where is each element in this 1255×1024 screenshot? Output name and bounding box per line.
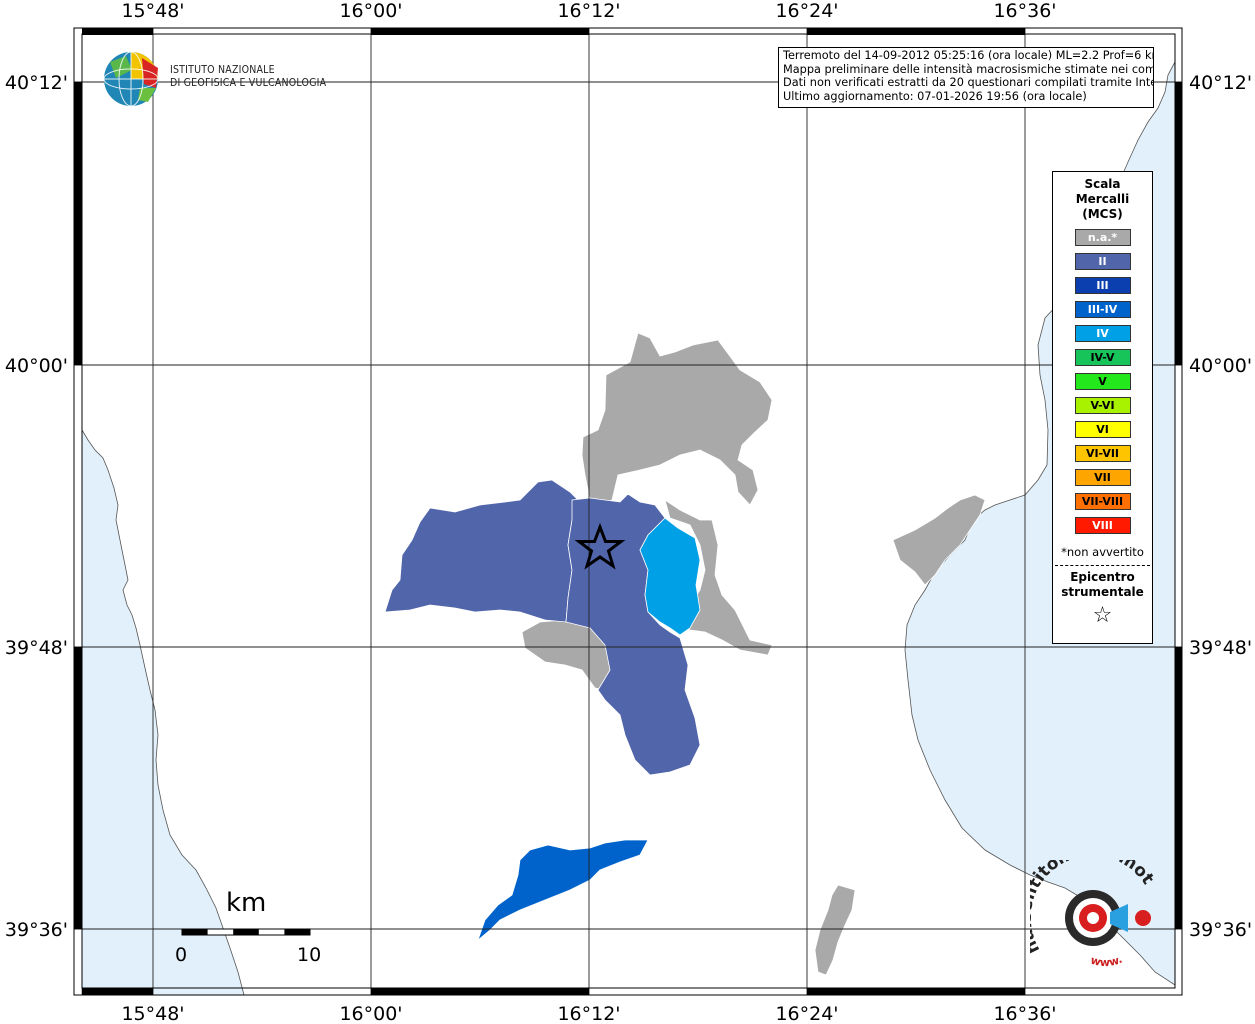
- mcs-legend: Scala Mercalli (MCS) n.a.* II III III-IV IV I…: [1052, 171, 1153, 644]
- info-line-2: Mappa preliminare delle intensità macros…: [783, 62, 1154, 76]
- lon-label-top-3: 16°12': [557, 0, 620, 22]
- longitude-labels-bottom: 15°48' 16°00' 16°12' 16°24' 16°36': [121, 1003, 1056, 1024]
- municipality-iii-iv: [477, 839, 649, 942]
- scale-bar-title: km: [226, 888, 267, 918]
- scale-bar: [181, 928, 311, 936]
- legend-item-0: n.a.*: [1074, 229, 1131, 246]
- latitude-labels-right: 40°12' 40°00' 39°48' 39°36': [1189, 72, 1252, 941]
- lon-label-bottom-2: 16°00': [339, 1003, 402, 1024]
- lat-label-left-2: 40°00': [5, 355, 68, 377]
- legend-epicenter-label: Epicentro strumentale: [1061, 570, 1144, 599]
- info-line-1: Terremoto del 14-09-2012 05:25:16 (ora l…: [783, 49, 1154, 62]
- lon-label-bottom-3: 16°12': [557, 1003, 620, 1024]
- legend-item-9: VI-VII: [1074, 445, 1131, 462]
- legend-item-3: III-IV: [1074, 301, 1131, 318]
- lon-label-top-1: 15°48': [121, 0, 184, 22]
- hsit-www-text: www.: [1089, 953, 1124, 969]
- globe-icon: [103, 51, 159, 107]
- lon-label-bottom-1: 15°48': [121, 1003, 184, 1024]
- legend-divider: [1055, 565, 1150, 566]
- lat-label-right-4: 39°36': [1189, 919, 1252, 941]
- municipalities: [384, 332, 986, 976]
- haisentito-logo: haisentitoilterremoto.it www.: [1030, 860, 1158, 969]
- municipality-na-island: [814, 884, 856, 976]
- scale-bar-max: 10: [297, 944, 322, 966]
- municipality-ii-west: [384, 479, 579, 623]
- lat-label-right-3: 39°48': [1189, 637, 1252, 659]
- legend-item-11: VII-VIII: [1074, 493, 1131, 510]
- latitude-labels-left: 40°12' 40°00' 39°48' 39°36': [5, 72, 68, 941]
- municipality-na-north: [581, 332, 773, 506]
- legend-item-12: VIII: [1074, 517, 1131, 534]
- legend-title: Scala Mercalli (MCS): [1075, 177, 1130, 221]
- legend-item-4: IV: [1074, 325, 1131, 342]
- legend-na-note: *non avvertito: [1061, 545, 1144, 559]
- legend-item-8: VI: [1074, 421, 1131, 438]
- lat-label-left-1: 40°12': [5, 72, 68, 94]
- legend-item-6: V: [1074, 373, 1131, 390]
- legend-item-5: IV-V: [1074, 349, 1131, 366]
- ingv-line-2: DI GEOFISICA E VULCANOLOGIA: [170, 77, 327, 89]
- legend-items: n.a.* II III III-IV IV IV-V V V-VI VI VI-VII VII VI…: [1053, 229, 1152, 534]
- ingv-line-1: ISTITUTO NAZIONALE: [170, 64, 275, 76]
- longitude-labels-top: 15°48' 16°00' 16°12' 16°24' 16°36': [121, 0, 1056, 22]
- lon-label-bottom-5: 16°36': [993, 1003, 1056, 1024]
- lon-label-top-2: 16°00': [339, 0, 402, 22]
- legend-item-1: II: [1074, 253, 1131, 270]
- lon-label-top-4: 16°24': [775, 0, 838, 22]
- info-line-4: Ultimo aggiornamento: 07-01-2026 19:56 (…: [783, 89, 1087, 103]
- legend-item-7: V-VI: [1074, 397, 1131, 414]
- lon-label-bottom-4: 16°24': [775, 1003, 838, 1024]
- sea-tyrrhenian: [81, 428, 245, 996]
- info-line-3: Dati non verificati estratti da 20 quest…: [783, 76, 1154, 89]
- scale-bar-min: 0: [175, 944, 188, 966]
- lon-label-top-5: 16°36': [993, 0, 1056, 22]
- legend-star-icon: ☆: [1092, 603, 1113, 628]
- ingv-logo-text: ISTITUTO NAZIONALE DI GEOFISICA E VULCAN…: [170, 64, 326, 90]
- lat-label-left-4: 39°36': [5, 919, 68, 941]
- legend-item-10: VII: [1074, 469, 1131, 486]
- lat-label-left-3: 39°48': [5, 637, 68, 659]
- earthquake-info-box: Terremoto del 14-09-2012 05:25:16 (ora l…: [778, 47, 1154, 108]
- legend-item-2: III: [1074, 277, 1131, 294]
- lat-label-right-2: 40°00': [1189, 355, 1252, 377]
- lat-label-right-1: 40°12': [1189, 72, 1252, 94]
